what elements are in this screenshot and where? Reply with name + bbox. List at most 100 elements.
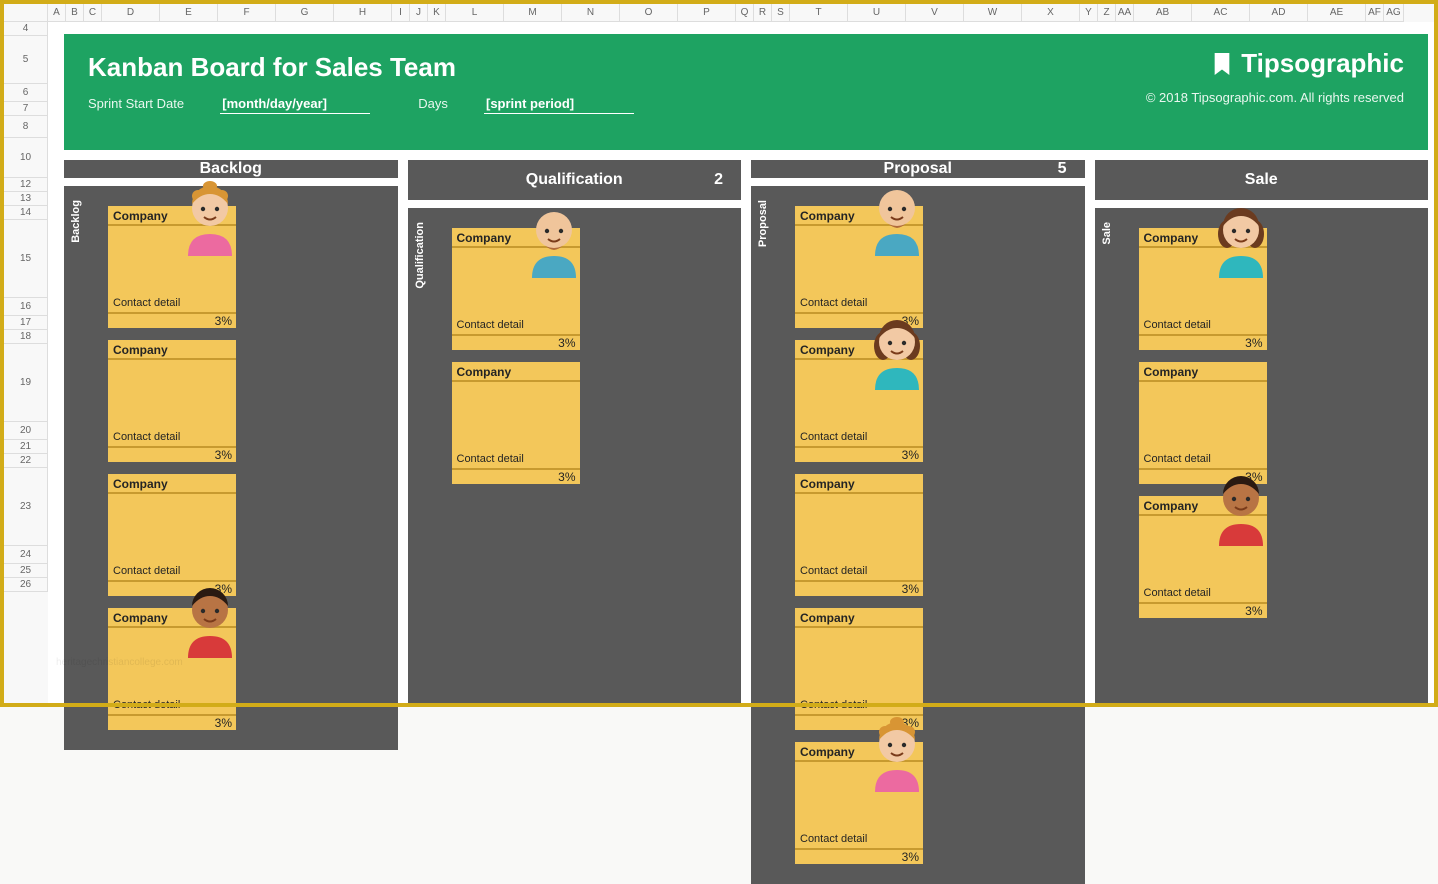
row-header[interactable]: 12 (4, 178, 48, 192)
card-body[interactable] (108, 360, 236, 430)
days-input[interactable]: [sprint period] (484, 96, 634, 114)
col-header[interactable]: AB (1134, 4, 1192, 22)
card-contact-detail[interactable]: Contact detail (795, 698, 923, 714)
kanban-card[interactable]: CompanyContact detail3% (795, 340, 923, 462)
card-contact-detail[interactable]: Contact detail (1139, 318, 1267, 334)
card-company[interactable]: Company (452, 362, 580, 382)
col-header[interactable]: L (446, 4, 504, 22)
kanban-card[interactable]: CompanyContact detail3% (108, 474, 236, 596)
row-header[interactable]: 14 (4, 206, 48, 220)
row-header[interactable]: 10 (4, 138, 48, 178)
col-header[interactable]: Z (1098, 4, 1116, 22)
card-contact-detail[interactable]: Contact detail (108, 430, 236, 446)
row-header[interactable]: 6 (4, 84, 48, 102)
card-body[interactable] (795, 494, 923, 564)
card-percentage[interactable]: 3% (795, 580, 923, 596)
kanban-card[interactable]: Company Contact detail3% (795, 474, 923, 596)
card-contact-detail[interactable]: Contact detail (108, 698, 236, 714)
col-header[interactable]: A (48, 4, 66, 22)
row-header[interactable]: 22 (4, 454, 48, 468)
kanban-card[interactable]: CompanyContact detail3% (1139, 228, 1267, 350)
col-header[interactable]: O (620, 4, 678, 22)
card-percentage[interactable]: 3% (108, 312, 236, 328)
card-contact-detail[interactable]: Contact detail (795, 430, 923, 446)
row-header[interactable]: 21 (4, 440, 48, 454)
card-percentage[interactable]: 3% (108, 446, 236, 462)
card-company[interactable]: Company (795, 608, 923, 628)
col-header[interactable]: AC (1192, 4, 1250, 22)
card-percentage[interactable]: 3% (795, 848, 923, 864)
card-contact-detail[interactable]: Contact detail (452, 452, 580, 468)
sprint-start-input[interactable]: [month/day/year] (220, 96, 370, 114)
row-header[interactable]: 4 (4, 22, 48, 36)
col-header[interactable]: AF (1366, 4, 1384, 22)
card-body[interactable] (452, 382, 580, 452)
col-header[interactable]: M (504, 4, 562, 22)
card-percentage[interactable]: 3% (795, 446, 923, 462)
col-header[interactable]: V (906, 4, 964, 22)
row-header[interactable]: 7 (4, 102, 48, 116)
col-header[interactable]: G (276, 4, 334, 22)
col-header[interactable]: R (754, 4, 772, 22)
col-header[interactable]: K (428, 4, 446, 22)
col-header[interactable]: H (334, 4, 392, 22)
col-header[interactable]: X (1022, 4, 1080, 22)
col-header[interactable]: S (772, 4, 790, 22)
row-header[interactable]: 26 (4, 578, 48, 592)
column-body[interactable]: ProposalCompanyContact detail3%CompanyCo… (751, 186, 1085, 884)
col-header[interactable]: AD (1250, 4, 1308, 22)
kanban-card[interactable]: CompanyContact detail3% (1139, 362, 1267, 484)
card-company[interactable]: Company (108, 340, 236, 360)
card-contact-detail[interactable]: Contact detail (1139, 452, 1267, 468)
card-contact-detail[interactable]: Contact detail (108, 564, 236, 580)
col-header[interactable]: N (562, 4, 620, 22)
row-header[interactable]: 23 (4, 468, 48, 546)
card-percentage[interactable]: 3% (108, 714, 236, 730)
col-header[interactable]: J (410, 4, 428, 22)
card-contact-detail[interactable]: Contact detail (795, 832, 923, 848)
col-header[interactable]: B (66, 4, 84, 22)
row-header[interactable]: 19 (4, 344, 48, 422)
col-header[interactable]: C (84, 4, 102, 22)
card-percentage[interactable]: 3% (1139, 334, 1267, 350)
col-header[interactable]: W (964, 4, 1022, 22)
row-header[interactable]: 17 (4, 316, 48, 330)
card-company[interactable]: Company (108, 474, 236, 494)
kanban-card[interactable]: CompanyContact detail3% (452, 228, 580, 350)
col-header[interactable]: Q (736, 4, 754, 22)
kanban-card[interactable]: CompanyContact detail3% (795, 608, 923, 730)
card-body[interactable] (795, 628, 923, 698)
row-header[interactable]: 13 (4, 192, 48, 206)
col-header[interactable]: AE (1308, 4, 1366, 22)
card-contact-detail[interactable]: Contact detail (108, 296, 236, 312)
row-header[interactable]: 8 (4, 116, 48, 138)
card-percentage[interactable]: 3% (452, 334, 580, 350)
card-company[interactable]: Company (795, 474, 923, 494)
row-header[interactable]: 25 (4, 564, 48, 578)
row-header[interactable]: 15 (4, 220, 48, 298)
kanban-card[interactable]: CompanyContact detail3% (1139, 496, 1267, 618)
col-header[interactable]: Y (1080, 4, 1098, 22)
col-header[interactable]: I (392, 4, 410, 22)
col-header[interactable]: E (160, 4, 218, 22)
row-header[interactable]: 18 (4, 330, 48, 344)
col-header[interactable]: F (218, 4, 276, 22)
card-percentage[interactable]: 3% (452, 468, 580, 484)
card-body[interactable] (108, 494, 236, 564)
kanban-card[interactable]: CompanyContact detail3% (108, 206, 236, 328)
column-body[interactable]: QualificationCompanyContact detail3%Comp… (408, 208, 742, 703)
card-contact-detail[interactable]: Contact detail (795, 564, 923, 580)
column-body[interactable]: SaleCompanyContact detail3%CompanyContac… (1095, 208, 1429, 703)
kanban-card[interactable]: CompanyContact detail3% (795, 742, 923, 864)
card-contact-detail[interactable]: Contact detail (795, 296, 923, 312)
card-contact-detail[interactable]: Contact detail (1139, 586, 1267, 602)
row-header[interactable]: 5 (4, 36, 48, 84)
col-header[interactable]: D (102, 4, 160, 22)
col-header[interactable]: P (678, 4, 736, 22)
row-header[interactable]: 16 (4, 298, 48, 316)
card-contact-detail[interactable]: Contact detail (452, 318, 580, 334)
kanban-card[interactable]: Company Contact detail3% (452, 362, 580, 484)
col-header[interactable]: AA (1116, 4, 1134, 22)
kanban-card[interactable]: Company Contact detail3% (108, 340, 236, 462)
card-company[interactable]: Company (1139, 362, 1267, 382)
